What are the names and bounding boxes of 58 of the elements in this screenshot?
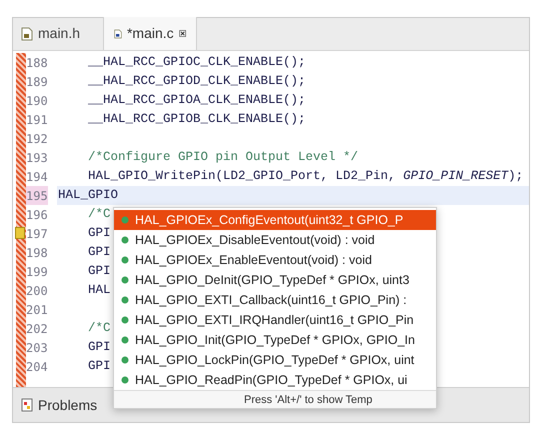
file-icon — [114, 26, 122, 40]
line-number: 204 — [26, 358, 48, 376]
completion-item[interactable]: HAL_GPIO_EXTI_Callback(uint16_t GPIO_Pin) : — [114, 290, 436, 310]
code-line: __HAL_RCC_GPIOB_CLK_ENABLE(); — [87, 111, 306, 128]
problems-icon — [21, 398, 33, 412]
line-number: 191 — [26, 112, 48, 128]
code-line: HAL_GPIO_WritePin(LD2_GPIO_Port, LD2_Pin, GPIO_PIN_RESET); — [87, 168, 524, 186]
line-number: 195 — [26, 186, 48, 205]
code-comment: /*C — [87, 320, 111, 338]
function-icon — [121, 216, 129, 224]
code-line: GPI — [87, 263, 111, 280]
function-icon — [121, 296, 129, 304]
line-number: 202 — [26, 320, 48, 338]
editor-tab[interactable]: *main.c — [103, 17, 197, 50]
completion-item[interactable]: HAL_GPIO_Init(GPIO_TypeDef * GPIOx, GPIO_In — [114, 330, 436, 350]
popup-hint: Press 'Alt+/' to show Temp — [114, 390, 436, 408]
code-comment: /*C — [87, 206, 111, 224]
line-number: 196 — [26, 206, 48, 224]
completion-item[interactable]: HAL_GPIOEx_DisableEventout(void) : void — [114, 230, 436, 250]
line-number: 189 — [26, 74, 48, 90]
file-icon — [21, 26, 33, 40]
code-line: HAL_GPIO — [58, 187, 118, 204]
function-icon — [121, 236, 129, 244]
line-number: 192 — [26, 130, 48, 148]
line-number: 201 — [26, 302, 48, 318]
completion-item[interactable]: HAL_GPIO_EXTI_IRQHandler(uint16_t GPIO_Pin — [114, 310, 436, 330]
line-number: 190 — [26, 92, 48, 110]
function-icon — [121, 336, 129, 344]
code-line: HAL — [87, 282, 111, 300]
completion-item[interactable]: HAL_GPIOEx_ConfigEventout(uint32_t GPIO_P — [114, 210, 436, 230]
function-icon — [121, 316, 129, 324]
code-line: GPI — [87, 358, 111, 376]
line-number: 203 — [26, 340, 48, 356]
close-icon[interactable] — [178, 28, 186, 39]
line-number: 194 — [26, 168, 48, 186]
editor-tab[interactable]: main.h — [13, 17, 103, 50]
line-number: 188 — [26, 54, 48, 72]
line-number: 197 — [26, 224, 48, 243]
function-icon — [121, 356, 129, 364]
function-icon — [121, 256, 129, 264]
line-number: 193 — [26, 150, 48, 166]
line-number: 200 — [26, 282, 48, 300]
code-line: GPI — [87, 225, 111, 242]
panel-tab[interactable]: Problems — [19, 394, 100, 416]
completion-item[interactable]: HAL_GPIO_DeInit(GPIO_TypeDef * GPIOx, uint3 — [114, 270, 436, 290]
code-line: __HAL_RCC_GPIOA_CLK_ENABLE(); — [87, 92, 306, 110]
function-icon — [121, 376, 129, 384]
line-number: 199 — [26, 264, 48, 280]
code-line: __HAL_RCC_GPIOC_CLK_ENABLE(); — [87, 54, 306, 72]
code-line: GPI — [87, 339, 111, 356]
completion-item[interactable]: HAL_GPIOEx_EnableEventout(void) : void — [114, 250, 436, 270]
line-number: 198 — [26, 244, 48, 262]
completion-item[interactable]: HAL_GPIO_ReadPin(GPIO_TypeDef * GPIOx, ui — [114, 370, 436, 390]
code-comment: /*Configure GPIO pin Output Level */ — [87, 149, 358, 166]
completion-item[interactable]: HAL_GPIO_LockPin(GPIO_TypeDef * GPIOx, uint — [114, 350, 436, 370]
function-icon — [121, 276, 129, 284]
code-line: GPI — [87, 244, 111, 262]
code-line: __HAL_RCC_GPIOD_CLK_ENABLE(); — [87, 73, 306, 90]
